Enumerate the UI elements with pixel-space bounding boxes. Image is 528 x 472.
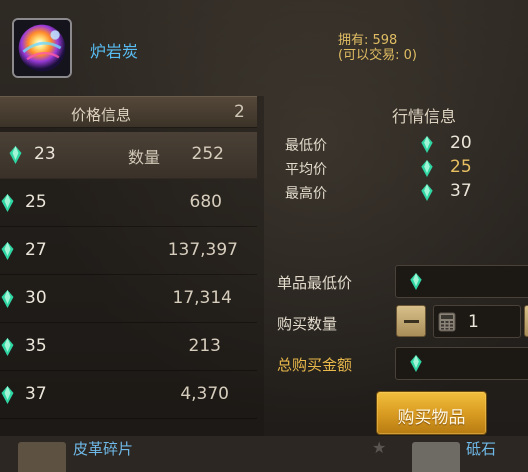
calculator-icon[interactable] [438,312,456,332]
price-value: 35 [25,336,47,356]
bottom-item-name[interactable]: 砥石 [466,438,496,459]
qty-value: 213 [188,336,221,356]
price-info-header: 价格信息 2 [0,96,257,128]
buy-qty-value: 1 [468,312,479,332]
min-price-label: 最低价 [285,138,327,154]
price-value: 27 [25,240,47,260]
buy-item-button[interactable]: 购买物品 [376,391,487,435]
tradable-count: (可以交易: 0) [338,48,417,63]
price-row[interactable]: 25 680 [0,180,257,227]
qty-value: 4,370 [180,384,229,404]
owned-count: 拥有: 598 [338,33,398,48]
price-info-title: 价格信息 [71,106,132,124]
qty-value: 137,397 [167,240,238,260]
buy-item-button-label: 购买物品 [397,408,466,428]
price-row[interactable]: 27 137,397 [0,228,257,275]
buy-qty-label: 购买数量 [277,315,338,333]
gem-icon [1,386,14,404]
bottom-item-name[interactable]: 皮革碎片 [73,438,133,459]
gem-icon [9,146,22,164]
price-info-count: 2 [234,102,245,122]
gem-icon [1,242,14,260]
unit-min-price-label: 单品最低价 [277,274,353,292]
price-value: 25 [25,192,47,212]
gem-icon [421,160,433,177]
whetstone-thumbnail[interactable] [412,442,460,472]
price-value: 30 [25,288,47,308]
qty-value: 17,314 [172,288,232,308]
fire-orb-icon [12,18,72,78]
total-price-label: 总购买金额 [277,356,353,374]
max-price-label: 最高价 [285,186,327,202]
total-price-field [395,347,528,380]
price-value: 37 [25,384,47,404]
price-info-panel: 价格信息 2 23 数量 252 25 680 27 137,397 30 17… [0,96,264,436]
item-name: 炉岩炭 [90,42,139,61]
increase-qty-button[interactable] [524,305,528,337]
star-icon[interactable]: ★ [372,438,386,457]
qty-label: 数量 [128,148,161,167]
owned-info: 拥有: 598 (可以交易: 0) [338,33,417,63]
gem-icon [1,338,14,356]
qty-value: 680 [189,192,222,212]
buy-qty-input[interactable]: 1 [433,305,521,338]
gem-icon [410,355,422,372]
gem-icon [410,273,422,290]
min-price-value: 20 [450,133,472,153]
gem-icon [421,184,433,201]
leather-shard-thumbnail[interactable] [18,442,66,472]
qty-value: 252 [191,144,224,164]
minus-icon [404,320,419,323]
price-row[interactable]: 30 17,314 [0,276,257,323]
price-value: 23 [34,144,56,164]
gem-icon [1,194,14,212]
price-row[interactable]: 37 4,370 [0,372,257,419]
gem-icon [1,290,14,308]
gem-icon [421,136,433,153]
price-row[interactable]: 23 数量 252 [0,132,257,179]
market-info-title: 行情信息 [392,107,457,126]
avg-price-label: 平均价 [285,162,327,178]
avg-price-value: 25 [450,157,472,177]
decrease-qty-button[interactable] [396,305,426,337]
max-price-value: 37 [450,181,472,201]
price-row[interactable]: 35 213 [0,324,257,371]
unit-min-price-field[interactable] [395,265,528,298]
